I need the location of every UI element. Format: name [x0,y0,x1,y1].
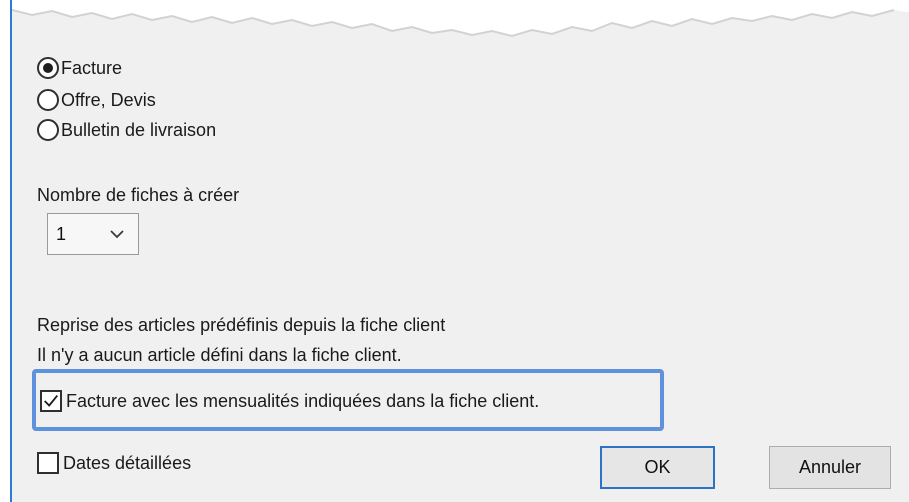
detailed-dates-checkbox[interactable]: Dates détaillées [37,452,191,474]
detailed-dates-label: Dates détaillées [63,453,192,473]
document-type-radio-offre-devis[interactable]: Offre, Devis [37,89,156,111]
quantity-dropdown[interactable]: 1 [47,213,139,255]
monthly-payments-checkbox[interactable]: Facture avec les mensualités indiquées d… [40,390,539,412]
monthly-payments-label: Facture avec les mensualités indiquées d… [66,391,540,411]
checkmark-icon [44,395,58,407]
radio-unselected-icon [37,119,59,141]
radio-selected-icon [37,57,59,79]
quantity-dropdown-value: 1 [56,223,67,244]
radio-unselected-icon [37,89,59,111]
quantity-label: Nombre de fiches à créer [37,185,240,205]
ok-button[interactable]: OK [600,446,715,489]
invoice-options-dialog: Facture Offre, Devis Bulletin de livrais… [10,0,909,502]
document-type-radio-bulletin-livraison[interactable]: Bulletin de livraison [37,119,216,141]
document-type-radio-facture[interactable]: Facture [37,57,122,79]
checkbox-unchecked-icon [37,452,59,474]
articles-title: Reprise des articles prédéfinis depuis l… [37,315,446,335]
cancel-button[interactable]: Annuler [769,446,891,489]
radio-label-offre-devis: Offre, Devis [61,90,156,110]
chevron-down-icon [110,230,124,239]
radio-label-bulletin-livraison: Bulletin de livraison [61,120,217,140]
articles-message: Il n'y a aucun article défini dans la fi… [37,345,402,365]
torn-paper-edge-icon [12,0,909,38]
checkbox-checked-icon [40,390,62,412]
radio-label-facture: Facture [61,58,123,78]
